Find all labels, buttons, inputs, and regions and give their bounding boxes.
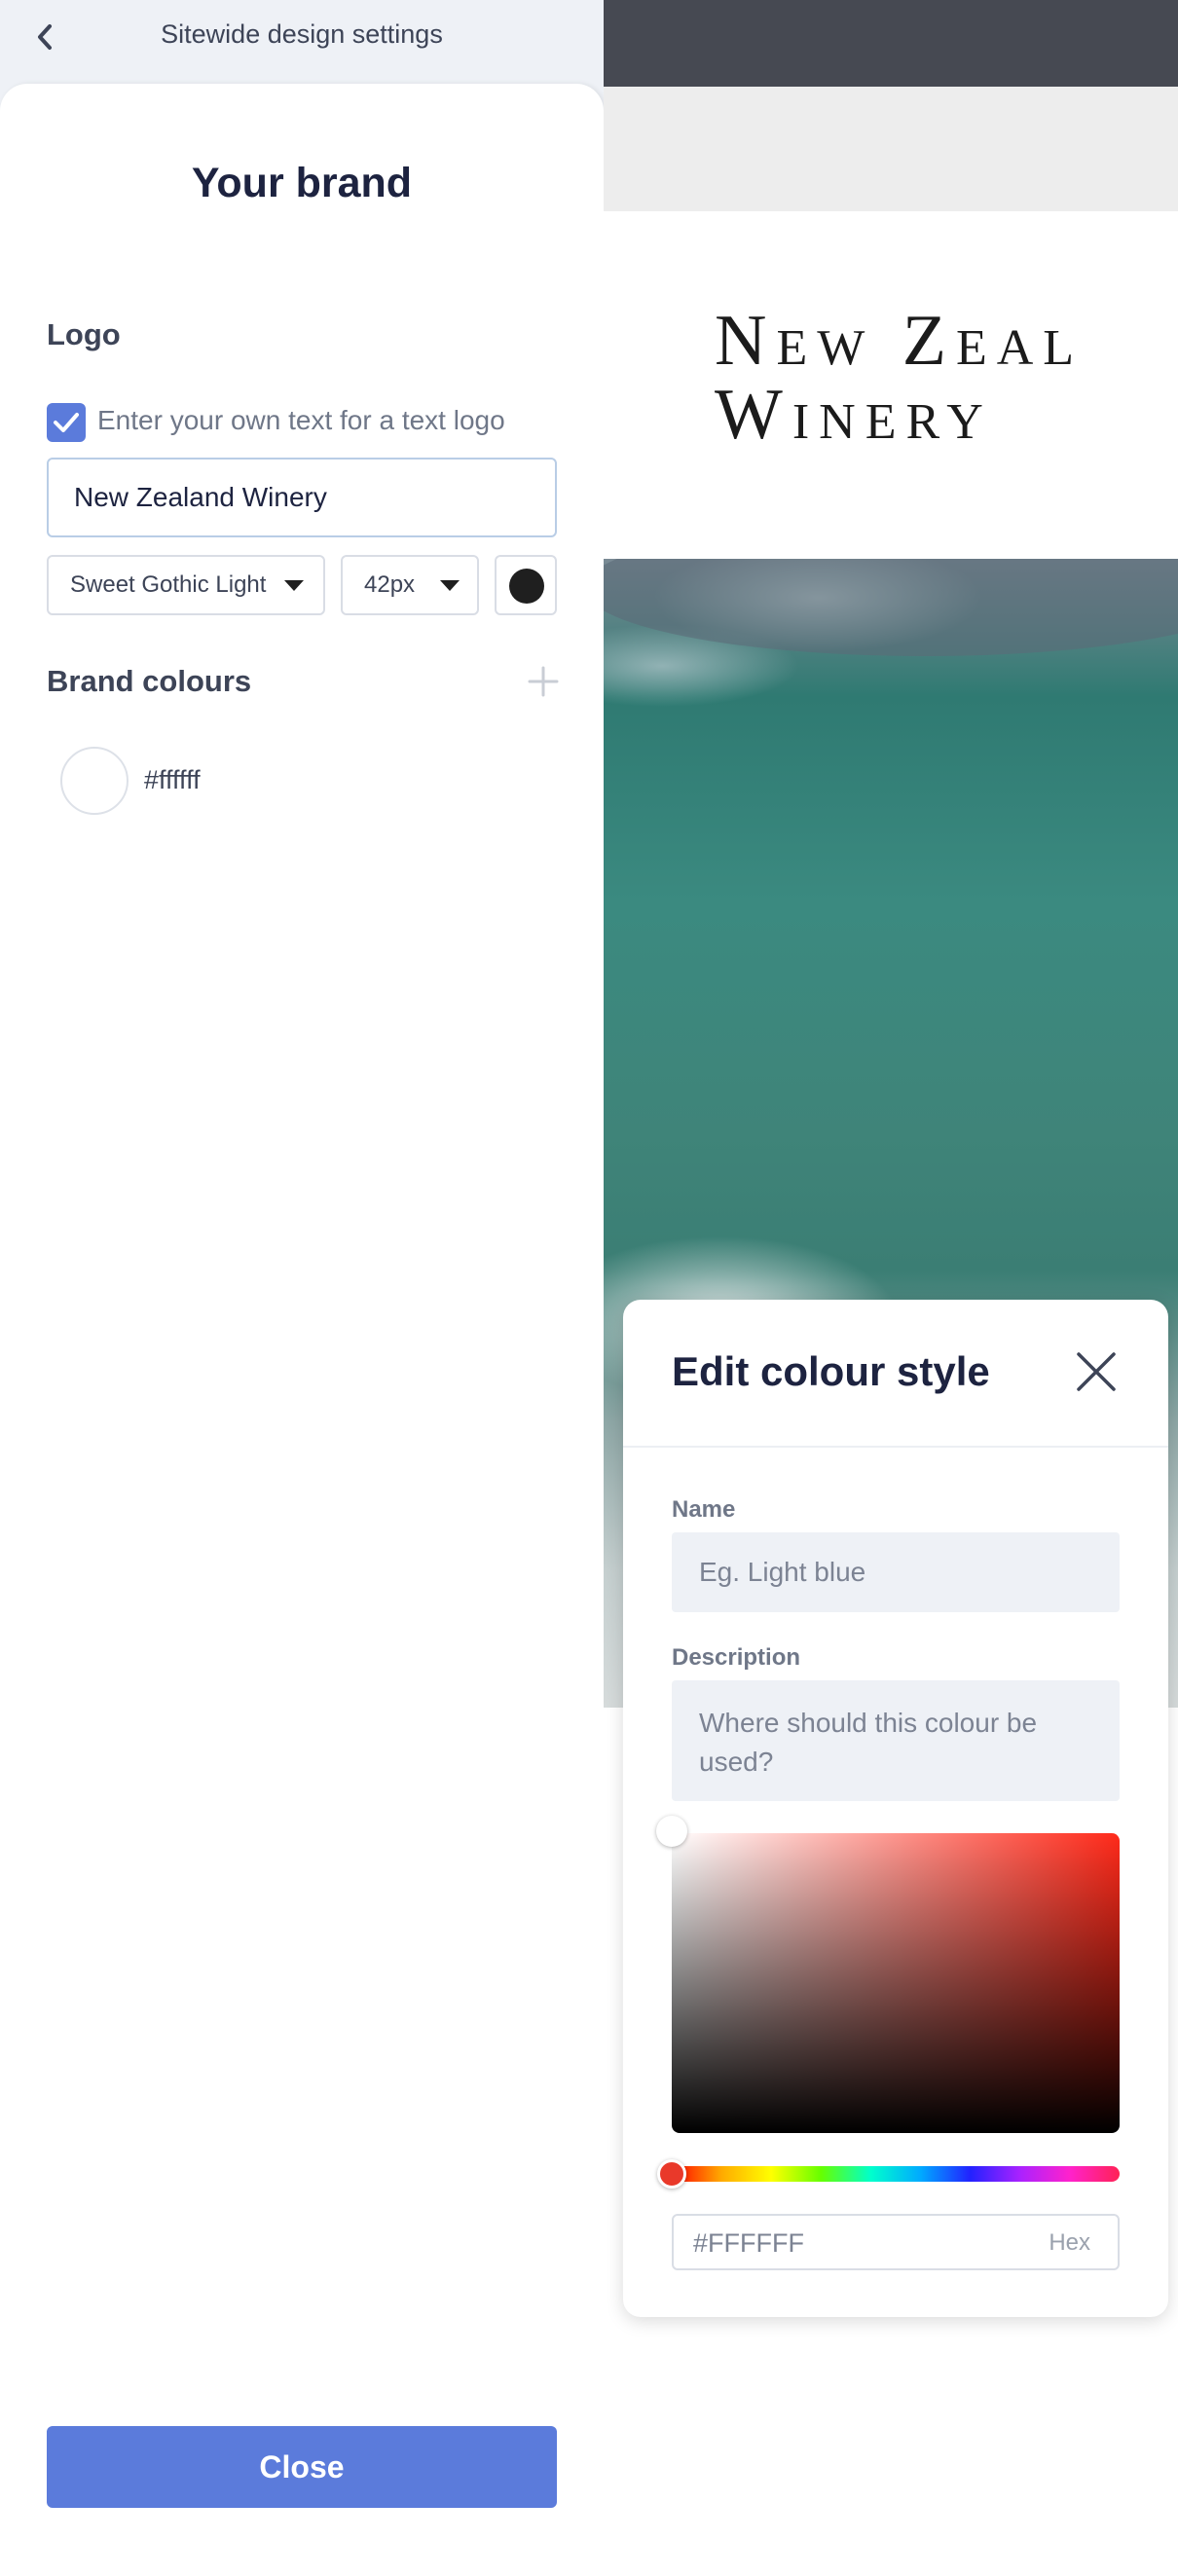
saturation-value-handle[interactable]	[656, 1816, 687, 1847]
popover-divider	[623, 1446, 1168, 1448]
popover-title: Edit colour style	[672, 1348, 990, 1394]
hex-field: Hex	[672, 2214, 1120, 2270]
brand-colours-label: Brand colours	[47, 664, 252, 698]
hue-slider-handle[interactable]	[657, 2159, 686, 2189]
caret-down-icon	[284, 580, 304, 591]
logo-text-input[interactable]	[47, 458, 557, 537]
text-logo-checkbox-label: Enter your own text for a text logo	[97, 405, 505, 435]
logo-color-button[interactable]	[495, 555, 557, 615]
plus-icon	[528, 666, 559, 697]
name-field-label: Name	[672, 1496, 736, 1523]
font-size-value: 42px	[364, 571, 416, 598]
font-size-select[interactable]: 42px	[341, 555, 479, 615]
brand-colour-swatch[interactable]	[60, 747, 129, 815]
hex-suffix-label: Hex	[1049, 2229, 1090, 2256]
logo-section-label: Logo	[47, 317, 121, 351]
site-logo-line1: New Zeal	[715, 301, 1085, 381]
caret-down-icon	[440, 580, 460, 591]
brand-colour-hex: #ffffff	[144, 765, 201, 794]
hero-wave-shape	[604, 559, 1178, 656]
font-family-select[interactable]: Sweet Gothic Light	[47, 555, 325, 615]
hex-input[interactable]	[693, 2227, 1005, 2259]
preview-navbar	[604, 87, 1178, 211]
add-colour-button[interactable]	[524, 662, 563, 701]
close-icon	[1077, 1352, 1116, 1391]
logo-color-swatch	[509, 569, 544, 604]
design-settings-panel: Sitewide design settings Your brand Logo…	[0, 0, 604, 2576]
description-field-label: Description	[672, 1644, 801, 1671]
font-family-value: Sweet Gothic Light	[70, 571, 267, 598]
popover-close-button[interactable]	[1073, 1348, 1120, 1395]
colour-description-input[interactable]	[672, 1680, 1120, 1801]
edit-colour-popover: Edit colour style Name Description Hex	[623, 1300, 1168, 2317]
site-logo-line2: Winery	[715, 375, 993, 455]
saturation-value-picker[interactable]	[672, 1833, 1120, 2133]
hue-slider[interactable]	[672, 2166, 1120, 2182]
header-title: Sitewide design settings	[161, 19, 443, 49]
checkmark-icon	[54, 413, 79, 432]
close-button[interactable]: Close	[47, 2426, 557, 2508]
settings-header: Sitewide design settings	[0, 0, 604, 76]
site-logo[interactable]: New Zeal Winery	[715, 304, 1084, 452]
page-title: Your brand	[191, 160, 413, 206]
text-logo-checkbox[interactable]	[47, 403, 86, 442]
colour-name-input[interactable]	[672, 1532, 1120, 1612]
preview-topbar	[604, 0, 1178, 87]
